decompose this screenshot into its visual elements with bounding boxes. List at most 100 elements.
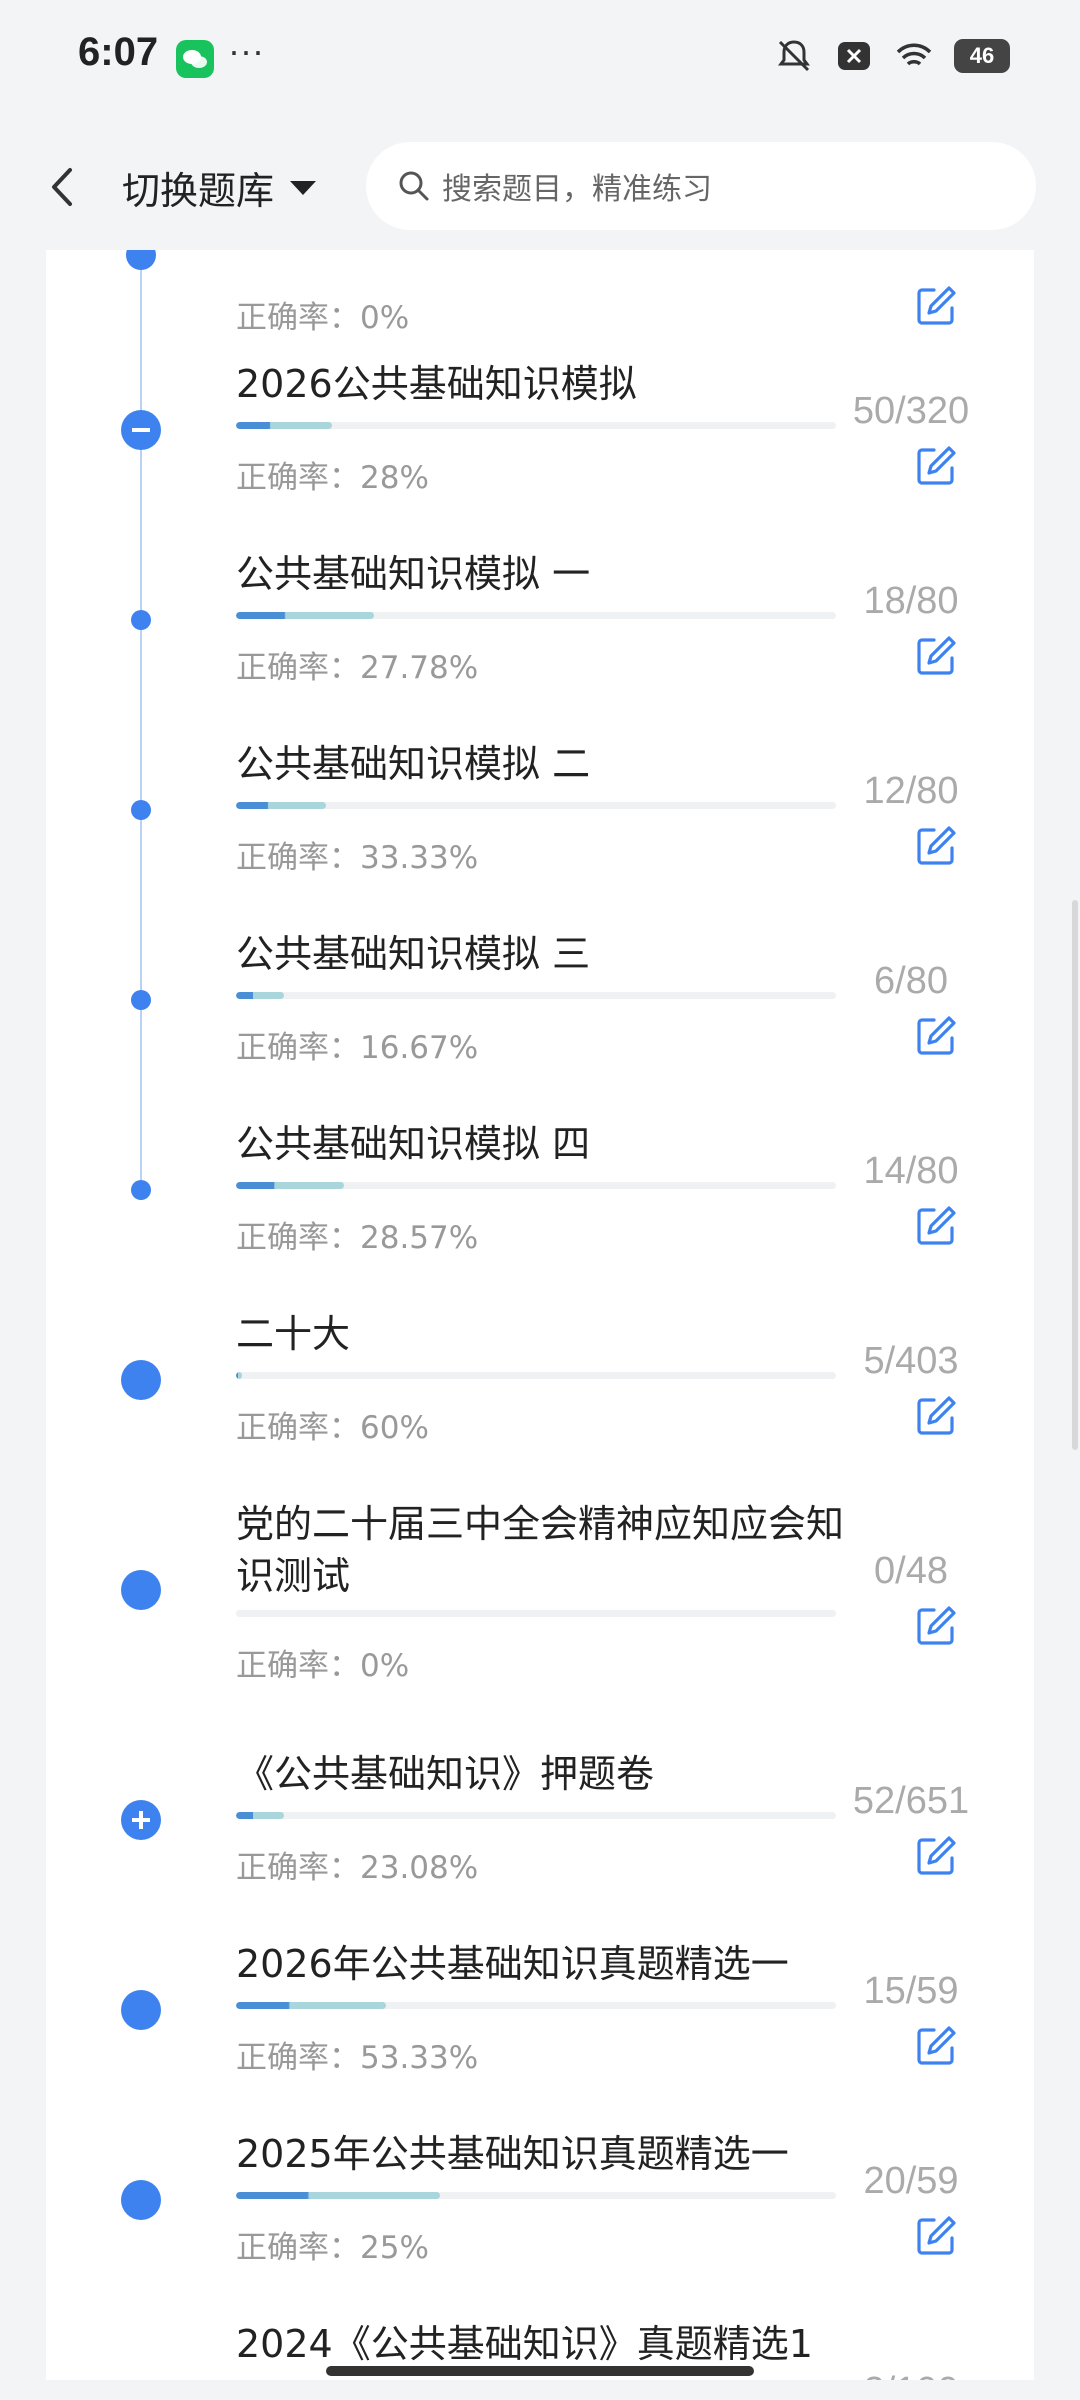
progress-fill bbox=[236, 2192, 440, 2199]
edit-icon[interactable] bbox=[914, 2024, 958, 2068]
progress-count: 20/59 bbox=[863, 2160, 959, 2202]
accuracy-text: 正确率：27.78% bbox=[236, 642, 478, 687]
progress-fill bbox=[236, 1812, 284, 1819]
timeline-dot-large bbox=[121, 1570, 161, 1610]
question-bank-list: 正确率：0% 2026公共基础知识模拟 正确率：28% 50/320 公共基础知识模拟 … bbox=[46, 250, 1034, 2380]
item-title: 公共基础知识模拟 四 bbox=[236, 1122, 591, 1166]
progress-track bbox=[236, 2002, 836, 2009]
accuracy-label: 正确率： bbox=[236, 300, 360, 336]
item-title: 公共基础知识模拟 三 bbox=[236, 932, 591, 976]
list-item[interactable]: 公共基础知识模拟 一正确率：27.78% 18/80 bbox=[46, 540, 1034, 730]
top-bar: 切换题库 搜索题目，精准练习 bbox=[0, 120, 1080, 250]
edit-icon[interactable] bbox=[914, 1604, 958, 1648]
list-item[interactable]: 2026公共基础知识模拟 正确率：28% 50/320 bbox=[46, 350, 1034, 540]
accuracy-label: 正确率： bbox=[236, 650, 360, 686]
list-item[interactable]: 公共基础知识模拟 二正确率：33.33% 12/80 bbox=[46, 730, 1034, 920]
edit-icon[interactable] bbox=[914, 1394, 958, 1438]
edit-icon[interactable] bbox=[914, 284, 958, 328]
progress-fill bbox=[236, 422, 332, 429]
progress-fill bbox=[236, 1372, 242, 1379]
expand-plus-icon[interactable] bbox=[121, 1800, 161, 1840]
progress-track bbox=[236, 1182, 836, 1189]
progress-fill bbox=[236, 612, 374, 619]
accuracy-value: 0% bbox=[360, 300, 410, 336]
edit-icon[interactable] bbox=[914, 1834, 958, 1878]
progress-count: 14/80 bbox=[863, 1150, 959, 1192]
accuracy-label: 正确率： bbox=[236, 460, 360, 496]
progress-track bbox=[236, 992, 836, 999]
sim-blocked-icon bbox=[838, 42, 870, 70]
accuracy-text: 正确率：53.33% bbox=[236, 2032, 478, 2077]
more-notifications-indicator: ··· bbox=[228, 30, 264, 71]
timeline-dot bbox=[131, 610, 151, 630]
accuracy-label: 正确率： bbox=[236, 1220, 360, 1256]
progress-fill bbox=[236, 2002, 386, 2009]
progress-fill bbox=[236, 802, 326, 809]
accuracy-label: 正确率： bbox=[236, 2040, 360, 2076]
wechat-notification-icon bbox=[176, 40, 214, 78]
accuracy-value: 60% bbox=[360, 1410, 429, 1446]
wifi-icon bbox=[896, 43, 932, 66]
item-title: 2024《公共基础知识》真题精选1 bbox=[236, 2322, 813, 2366]
accuracy-text: 正确率：33.33% bbox=[236, 832, 478, 877]
progress-fill bbox=[236, 1182, 344, 1189]
progress-track bbox=[236, 612, 836, 619]
collapse-minus-icon[interactable] bbox=[121, 410, 161, 450]
timeline-dot bbox=[126, 250, 156, 270]
accuracy-value: 23.08% bbox=[360, 1850, 479, 1886]
list-item[interactable]: 2025年公共基础知识真题精选一 正确率：25% 20/59 bbox=[46, 2120, 1034, 2310]
status-time: 6:07 bbox=[78, 30, 159, 74]
item-title: 《公共基础知识》押题卷 bbox=[236, 1752, 655, 1796]
edit-icon[interactable] bbox=[914, 2214, 958, 2258]
edit-icon[interactable] bbox=[914, 824, 958, 868]
item-title: 2026年公共基础知识真题精选一 bbox=[236, 1942, 789, 1986]
edit-icon[interactable] bbox=[914, 444, 958, 488]
progress-count: 6/80 bbox=[874, 960, 948, 1002]
back-arrow-icon[interactable] bbox=[40, 162, 84, 212]
accuracy-text: 正确率：23.08% bbox=[236, 1842, 478, 1887]
list-item[interactable]: 2026年公共基础知识真题精选一 正确率：53.33% 15/59 bbox=[46, 1930, 1034, 2120]
accuracy-text: 正确率：25% bbox=[236, 2222, 429, 2267]
switch-question-bank-button[interactable]: 切换题库 bbox=[122, 160, 317, 215]
progress-count: 15/59 bbox=[863, 1970, 959, 2012]
list-item[interactable]: 党的二十届三中全会精神应知应会知识测试 正确率：0% 0/48 bbox=[46, 1490, 1034, 1684]
home-indicator[interactable] bbox=[326, 2366, 754, 2376]
timeline-dot bbox=[131, 990, 151, 1010]
accuracy-label: 正确率： bbox=[236, 1030, 360, 1066]
progress-track bbox=[236, 1372, 836, 1379]
list-item[interactable]: 公共基础知识模拟 四正确率：28.57% 14/80 bbox=[46, 1110, 1034, 1300]
list-item[interactable]: 《公共基础知识》押题卷 正确率：23.08% 52/651 bbox=[46, 1740, 1034, 1930]
timeline-dot-large bbox=[121, 1360, 161, 1400]
search-placeholder: 搜索题目，精准练习 bbox=[442, 172, 712, 207]
timeline-dot-large bbox=[121, 1990, 161, 2030]
progress-track bbox=[236, 2192, 836, 2199]
timeline-dot bbox=[131, 1180, 151, 1200]
timeline-dot bbox=[131, 800, 151, 820]
edit-icon[interactable] bbox=[914, 1014, 958, 1058]
item-title: 二十大 bbox=[236, 1312, 351, 1356]
progress-track bbox=[236, 422, 836, 429]
search-input[interactable]: 搜索题目，精准练习 bbox=[366, 142, 1036, 230]
accuracy-value: 33.33% bbox=[360, 840, 479, 876]
accuracy-text: 正确率：0% bbox=[236, 292, 409, 337]
search-icon bbox=[399, 171, 429, 201]
timeline-dot-large bbox=[121, 2180, 161, 2220]
item-title: 2025年公共基础知识真题精选一 bbox=[236, 2132, 789, 2176]
status-icons: 46 bbox=[774, 36, 1010, 76]
progress-track bbox=[236, 1812, 836, 1819]
scrollbar[interactable] bbox=[1072, 900, 1078, 1450]
accuracy-text: 正确率：60% bbox=[236, 1402, 429, 1447]
progress-count: 12/80 bbox=[863, 770, 959, 812]
list-item[interactable]: 二十大 正确率：60% 5/403 bbox=[46, 1300, 1034, 1490]
edit-icon[interactable] bbox=[914, 1204, 958, 1248]
accuracy-value: 0% bbox=[360, 1648, 410, 1684]
edit-icon[interactable] bbox=[914, 634, 958, 678]
accuracy-text: 正确率：0% bbox=[236, 1640, 409, 1685]
accuracy-value: 28% bbox=[360, 460, 429, 496]
progress-track bbox=[236, 802, 836, 809]
accuracy-label: 正确率： bbox=[236, 840, 360, 876]
accuracy-value: 27.78% bbox=[360, 650, 479, 686]
accuracy-value: 53.33% bbox=[360, 2040, 479, 2076]
list-item[interactable]: 公共基础知识模拟 三正确率：16.67% 6/80 bbox=[46, 920, 1034, 1110]
accuracy-label: 正确率： bbox=[236, 1410, 360, 1446]
